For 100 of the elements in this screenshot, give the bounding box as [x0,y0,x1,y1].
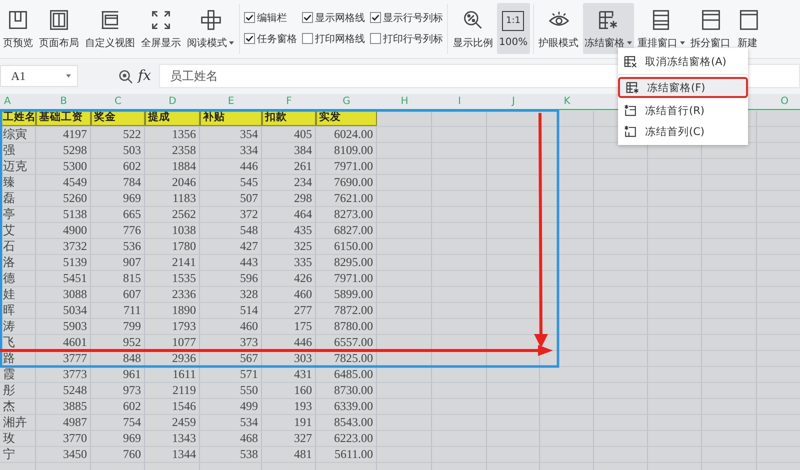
menu-item[interactable]: 冻结首列(C) [618,121,748,142]
table-cell: 2936 [172,351,196,365]
table-cell: 596 [240,271,258,285]
toolbar-button[interactable]: 1:1 100% [497,3,530,54]
checkbox-option[interactable]: 任务窗格 [244,28,297,49]
grid-cross-icon [624,55,637,68]
table-cell: 玫 [3,431,15,445]
page-icon [7,9,29,31]
table-cell: 1611 [172,367,196,381]
toolbar-button[interactable]: 重排窗口 [636,3,687,54]
table-cell: 涛 [3,319,15,333]
table-cell: 5451 [63,271,87,285]
caret-icon [680,41,685,45]
toolbar-button[interactable]: 自定义视图 [83,3,137,54]
table-cell: 2119 [172,383,196,397]
table-cell: 602 [123,159,141,173]
checkbox-option[interactable]: 编辑栏 [244,7,297,28]
table-cell: 7690.00 [334,175,373,189]
table-cell: 4900 [63,223,87,237]
toolbar-button[interactable]: 页预览 [1,3,35,54]
table-cell: 1546 [172,399,196,413]
table-cell: 4987 [63,415,87,429]
table-cell: 综寅 [3,127,27,141]
table-cell: 霞 [3,367,15,381]
table-cell: 334 [240,143,258,157]
table-cell: 8109.00 [334,143,373,157]
table-cell: 3088 [63,287,87,301]
table-cell: 5138 [63,207,87,221]
table-cell: 460 [294,287,312,301]
table-cell: 754 [123,415,141,429]
table-cell: 3450 [63,447,87,461]
caret-icon [229,41,234,45]
table-cell: 5248 [63,383,87,397]
table-cell: 亭 [3,207,15,221]
table-cell: 5611.00 [334,447,373,461]
name-box[interactable]: A1 [0,65,78,87]
table-cell: 550 [240,383,258,397]
checkbox[interactable] [302,12,313,23]
table-cell: 8273.00 [334,207,373,221]
table-cell: 8780.00 [334,319,373,333]
table-cell: 1793 [172,319,196,333]
checkbox[interactable] [302,33,313,44]
checkbox-option[interactable]: 打印网格线 [302,28,365,49]
checkbox-option[interactable]: 显示网格线 [302,7,365,28]
cross-shape-icon [200,9,222,31]
table-cell: 548 [240,223,258,237]
caret-icon [626,41,632,45]
split-window-icon [700,9,722,31]
table-cell: 443 [240,255,258,269]
checkbox[interactable] [244,33,255,44]
toolbar-button[interactable]: 拆分窗口 [688,3,733,54]
table-cell: 4549 [63,175,87,189]
table-cell: 湘卉 [3,415,27,429]
table-cell: 1780 [172,239,196,253]
table-cell: 354 [240,127,258,141]
table-cell: 372 [240,207,258,221]
menu-item[interactable]: 冻结窗格(F) [618,77,748,98]
table-cell: 277 [294,303,312,317]
menu-item[interactable]: 冻结首行(R) [618,100,748,121]
caret-icon [66,74,71,78]
table-cell: 514 [240,303,258,317]
table-cell: 5899.00 [334,287,373,301]
checkbox[interactable] [370,12,381,23]
table-cell: 384 [294,143,312,157]
table-cell: 臻 [3,175,15,189]
expand-icon [150,9,172,31]
table-cell: 602 [123,399,141,413]
table-cell: 洛 [3,255,15,269]
table-cell: 907 [123,255,141,269]
table-cell: 711 [123,303,141,317]
toolbar-button[interactable]: 护眼模式 [536,3,581,54]
toolbar-button[interactable]: 阅读模式 [185,3,236,54]
table-cell: 6223.00 [334,431,373,445]
toolbar-button[interactable]: 全屏显示 [139,3,183,54]
table-cell: 5298 [63,143,87,157]
toolbar-button[interactable]: 冻结窗格 [582,3,634,54]
table-cell: 503 [123,143,141,157]
table-cell: 325 [294,239,312,253]
checkbox[interactable] [244,12,255,23]
table-cell: 5260 [63,191,87,205]
table-cell: 5139 [63,255,87,269]
checkbox-option[interactable]: 打印行号列标 [370,28,443,49]
table-cell: 481 [294,447,312,461]
checkbox[interactable] [370,33,381,44]
table-cell: 7971.00 [334,159,373,173]
toolbar-button[interactable]: 页面布局 [37,3,81,54]
table-cell: 571 [240,367,258,381]
toolbar-button[interactable]: 新建 [734,3,761,54]
table-cell: 晖 [3,303,15,317]
zoom-icon[interactable] [118,68,133,84]
checkbox-option[interactable]: 显示行号列标 [370,7,443,28]
table-cell: 艾 [3,223,15,237]
table-cell: 303 [294,351,312,365]
table-cell: 5034 [63,303,87,317]
function-label[interactable]: fx [138,68,152,84]
toolbar-button[interactable]: 显示比例 [451,3,495,54]
table-cell: 261 [294,159,312,173]
table-cell: 234 [294,175,312,189]
table-cell: 405 [294,127,312,141]
table-cell: 6150.00 [334,239,373,253]
